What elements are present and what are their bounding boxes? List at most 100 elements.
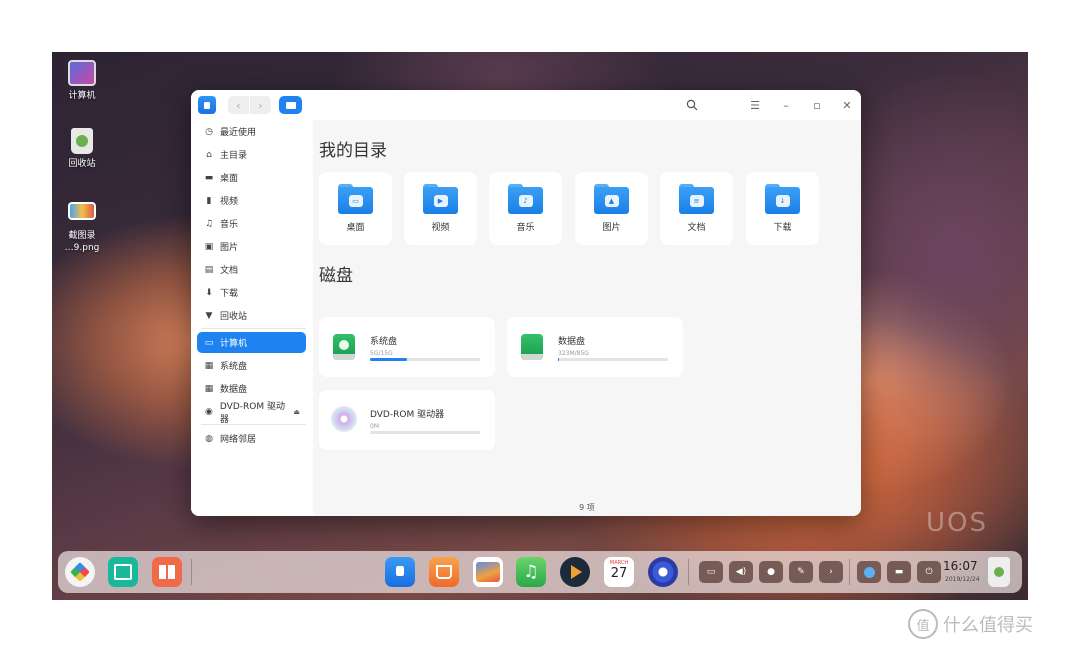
launcher-button[interactable] [65, 557, 95, 587]
trash-dock-button[interactable] [988, 557, 1010, 587]
dir-card-videos[interactable]: ▶ 视频 [404, 172, 477, 245]
disk-card-system[interactable]: 系统盘 5G/15G [319, 317, 495, 377]
folder-video-icon: ▶ [423, 184, 458, 214]
image-file-icon [68, 202, 96, 220]
dir-card-desktop[interactable]: ▭ 桌面 [319, 172, 392, 245]
play-icon [571, 565, 582, 579]
sidebar: ◷ 最近使用 ⌂ 主目录 ▬ 桌面 ▮ 视频 ♫ 音乐 ▣ 图片 ▤ 文档 ⬇ 下载 ▼ 回收站 … [191, 120, 313, 516]
desktop-icon-label: 回收站 [68, 159, 96, 169]
desktop-icon-label: 计算机 [68, 91, 96, 101]
keyboard-tray-button[interactable]: ▭ [699, 561, 723, 583]
sidebar-item-system-disk[interactable]: ▦ 系统盘 [197, 355, 306, 376]
globe-icon [863, 566, 875, 578]
desktop-tray-button[interactable]: ▬ [887, 561, 911, 583]
folder-picture-icon: ▲ [594, 184, 629, 214]
trash-icon [994, 567, 1004, 577]
back-button[interactable]: ‹ [228, 96, 249, 114]
disk-card-dvd[interactable]: DVD-ROM 驱动器 0M [319, 390, 495, 450]
desktop-icon-label: 截图录 [68, 231, 96, 241]
disks-heading: 磁盘 [319, 266, 353, 286]
minimize-button[interactable]: – [778, 96, 794, 114]
sidebar-item-label: 文档 [220, 266, 239, 276]
sidebar-item-label: 视频 [220, 197, 239, 207]
desktop-icon-trash[interactable]: 回收站 [52, 128, 112, 170]
app-store-app[interactable] [429, 557, 459, 587]
computer-icon [285, 101, 296, 109]
sidebar-item-label: 数据盘 [220, 385, 248, 395]
folder-download-icon: ↓ [765, 184, 800, 214]
file-manager-app[interactable] [385, 557, 415, 587]
disk-size: 323M/85G [558, 350, 589, 357]
desktop-icon: ▬ [204, 172, 214, 183]
network-icon: ◍ [205, 433, 213, 444]
volume-tray-button[interactable]: ◀) [729, 561, 753, 583]
site-watermark: 值 什么值得买 [908, 608, 1033, 640]
control-center-app[interactable] [648, 557, 678, 587]
image-viewer-app[interactable] [473, 557, 503, 587]
sidebar-item-label: 图片 [220, 243, 239, 253]
sidebar-item-trash[interactable]: ▼ 回收站 [197, 305, 306, 326]
clock-icon: ◷ [205, 126, 213, 137]
sidebar-item-label: 桌面 [220, 174, 239, 184]
computer-icon [68, 60, 96, 86]
sidebar-item-label: 主目录 [220, 151, 248, 161]
watermark-logo: 值 [908, 609, 938, 639]
close-button[interactable]: ✕ [839, 96, 855, 114]
my-directory-heading: 我的目录 [319, 141, 387, 161]
sidebar-item-videos[interactable]: ▮ 视频 [197, 190, 306, 211]
sidebar-item-label: 回收站 [220, 312, 248, 322]
disk-usage-bar [370, 358, 480, 361]
calendar-app[interactable]: MARCH 27 [604, 557, 634, 587]
menu-button[interactable]: ☰ [747, 96, 763, 114]
multitask-view-button[interactable] [108, 557, 138, 587]
forward-button[interactable]: › [250, 96, 271, 114]
dir-card-pictures[interactable]: ▲ 图片 [575, 172, 648, 245]
app-store-icon [436, 565, 452, 579]
disk-name: 数据盘 [558, 337, 586, 347]
sidebar-item-desktop[interactable]: ▬ 桌面 [197, 167, 306, 188]
disk-size: 0M [370, 423, 379, 430]
image-viewer-icon [476, 562, 500, 582]
sidebar-item-computer[interactable]: ▭ 计算机 [197, 332, 306, 353]
dock-separator [688, 559, 689, 585]
watermark-text: 什么值得买 [943, 615, 1033, 636]
workspace-button[interactable] [152, 557, 182, 587]
sidebar-item-music[interactable]: ♫ 音乐 [197, 213, 306, 234]
sidebar-item-recent[interactable]: ◷ 最近使用 [197, 121, 306, 142]
eject-icon[interactable]: ⏏ [293, 408, 300, 416]
sidebar-item-documents[interactable]: ▤ 文档 [197, 259, 306, 280]
sidebar-item-home[interactable]: ⌂ 主目录 [197, 144, 306, 165]
folder-music-icon: ♪ [508, 184, 543, 214]
power-tray-button[interactable]: ⏻ [917, 561, 941, 583]
desktop-icon-screenshot[interactable]: 截图录 …9.png [52, 202, 112, 254]
video-player-app[interactable] [560, 557, 590, 587]
clock-time[interactable]: 16:07 [943, 559, 978, 573]
search-button[interactable] [683, 96, 701, 114]
sidebar-item-network[interactable]: ◍ 网络邻居 [197, 428, 306, 449]
desktop-icon-label-line2: …9.png [64, 243, 100, 253]
screenshot-tray-button[interactable]: ✎ [789, 561, 813, 583]
sidebar-item-pictures[interactable]: ▣ 图片 [197, 236, 306, 257]
sidebar-item-downloads[interactable]: ⬇ 下载 [197, 282, 306, 303]
expand-tray-button[interactable]: › [819, 561, 843, 583]
notification-tray-button[interactable]: ● [759, 561, 783, 583]
multitask-icon [114, 564, 132, 580]
folder-desktop-icon: ▭ [338, 184, 373, 214]
dir-card-label: 图片 [602, 223, 621, 233]
desktop-icon-computer[interactable]: 计算机 [52, 60, 112, 102]
sidebar-item-data-disk[interactable]: ▦ 数据盘 [197, 378, 306, 399]
maximize-button[interactable]: ▫ [809, 96, 825, 114]
music-app[interactable]: ♫ [516, 557, 546, 587]
dir-card-documents[interactable]: ≡ 文档 [660, 172, 733, 245]
dir-card-downloads[interactable]: ↓ 下载 [746, 172, 819, 245]
dock-separator [191, 559, 192, 585]
sidebar-item-label: 音乐 [220, 220, 239, 230]
network-tray-button[interactable] [857, 561, 881, 583]
disk-usage-fill [370, 358, 408, 361]
disk-name: 系统盘 [370, 337, 398, 347]
disk-name: DVD-ROM 驱动器 [370, 410, 445, 420]
dir-card-music[interactable]: ♪ 音乐 [489, 172, 562, 245]
disk-card-data[interactable]: 数据盘 323M/85G [507, 317, 683, 377]
breadcrumb-computer-button[interactable] [279, 96, 302, 114]
sidebar-item-dvd[interactable]: ◉ DVD-ROM 驱动器 ⏏ [197, 401, 306, 425]
